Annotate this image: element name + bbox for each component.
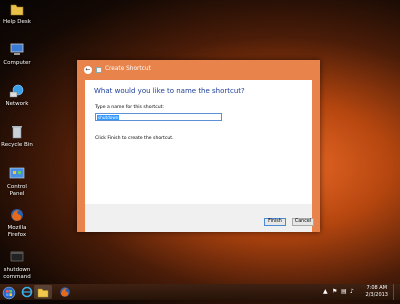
desktop-icon-recycle-bin[interactable]: Recycle Bin	[0, 124, 34, 149]
clock[interactable]: 7:08 AM 2/3/2013	[366, 285, 388, 298]
clock-date: 2/3/2013	[365, 291, 388, 298]
folder-icon	[9, 1, 25, 17]
finish-instruction: Click Finish to create the shortcut.	[95, 136, 174, 141]
firefox-taskbar-icon[interactable]	[56, 285, 74, 299]
taskbar: ▲ ⚑ ▤ ♪ 7:08 AM 2/3/2013	[0, 284, 400, 300]
desktop-icon-help-desk[interactable]: Help Desk	[0, 1, 34, 26]
back-arrow-icon[interactable]: ←	[84, 66, 92, 74]
desktop-icon-network[interactable]: Network	[0, 83, 34, 108]
desktop-icon-label: Recycle Bin	[1, 142, 33, 148]
dialog-titlebar[interactable]: ← Create Shortcut	[77, 60, 320, 80]
computer-icon	[9, 42, 25, 58]
desktop-icon-label: Network	[5, 101, 29, 107]
cancel-button[interactable]: Cancel	[292, 218, 314, 226]
desktop: Help Desk Computer Network Recycle Bin C…	[0, 0, 400, 284]
dialog-heading: What would you like to name the shortcut…	[94, 87, 245, 95]
desktop-icon-label: shutdown command	[3, 267, 31, 280]
volume-icon[interactable]: ♪	[350, 288, 354, 295]
finish-button[interactable]: Finish	[264, 218, 286, 226]
desktop-icon-label: Mozilla Firefox	[7, 225, 27, 238]
firefox-icon	[9, 207, 25, 223]
show-desktop-button[interactable]	[393, 284, 400, 300]
network-tray-icon[interactable]: ▤	[341, 288, 347, 295]
file-explorer-icon[interactable]	[34, 285, 52, 299]
dialog-content: What would you like to name the shortcut…	[85, 80, 312, 204]
desktop-icon-label: Control Panel	[7, 184, 27, 197]
network-globe-icon	[9, 83, 25, 99]
clock-time: 7:08 AM	[366, 285, 388, 291]
desktop-icon-control-panel[interactable]: Control Panel	[0, 166, 34, 197]
dialog-title: Create Shortcut	[105, 66, 151, 72]
shortcut-name-input[interactable]: shutdown	[95, 113, 222, 121]
flag-icon[interactable]: ⚑	[332, 288, 337, 295]
desktop-icon-firefox[interactable]: Mozilla Firefox	[0, 207, 34, 238]
desktop-icon-shutdown-command[interactable]: shutdown command	[0, 249, 34, 280]
desktop-icon-computer[interactable]: Computer	[0, 42, 34, 67]
shortcut-name-label: Type a name for this shortcut:	[95, 105, 164, 110]
desktop-icon-label: Help Desk	[3, 19, 31, 25]
create-shortcut-dialog: ← Create Shortcut What would you like to…	[77, 60, 320, 232]
control-panel-icon	[9, 166, 25, 182]
recycle-bin-icon	[9, 124, 25, 140]
dialog-footer: Finish Cancel	[85, 204, 314, 232]
show-hidden-icons-icon[interactable]: ▲	[323, 288, 328, 295]
shortcut-icon	[9, 249, 25, 265]
desktop-icon-label: Computer	[3, 60, 31, 66]
start-button-icon[interactable]	[2, 285, 16, 300]
shortcut-name-selected-text: shutdown	[97, 115, 120, 120]
shortcut-wizard-icon	[96, 67, 102, 73]
